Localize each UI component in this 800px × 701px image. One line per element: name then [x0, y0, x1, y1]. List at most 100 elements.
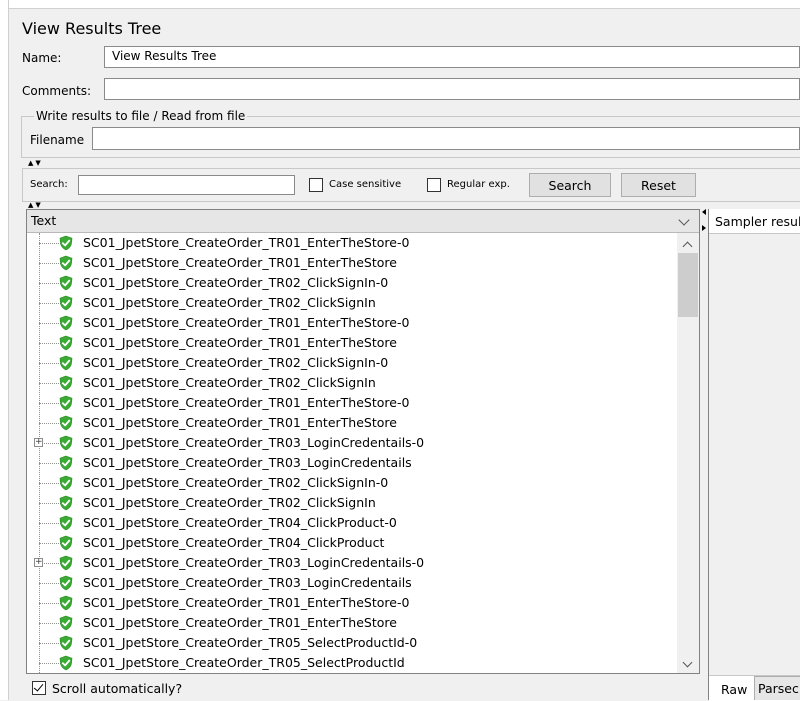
tree-row[interactable]: SC01_JpetStore_CreateOrder_TR01_EnterThe… [27, 593, 677, 613]
tab-parsed[interactable]: Parsec [754, 676, 800, 700]
tree-scrollbar[interactable] [677, 233, 699, 673]
success-shield-icon [59, 535, 73, 551]
filename-input[interactable] [92, 127, 800, 150]
tree-row[interactable]: + SC01_JpetStore_CreateOrder_TR03_LoginCr… [27, 553, 677, 573]
reset-button[interactable]: Reset [621, 173, 696, 197]
tree-row[interactable]: SC01_JpetStore_CreateOrder_TR01_EnterThe… [27, 413, 677, 433]
tree-row[interactable]: SC01_JpetStore_CreateOrder_TR05_SelectPr… [27, 653, 677, 673]
tree-row-label: SC01_JpetStore_CreateOrder_TR03_LoginCre… [83, 455, 412, 470]
tree-row-label: SC01_JpetStore_CreateOrder_TR02_ClickSig… [83, 375, 376, 390]
tree-row[interactable]: SC01_JpetStore_CreateOrder_TR02_ClickSig… [27, 293, 677, 313]
tree-body: SC01_JpetStore_CreateOrder_TR01_EnterThe… [27, 233, 677, 673]
tree-row[interactable]: SC01_JpetStore_CreateOrder_TR05_SelectPr… [27, 633, 677, 653]
comments-label: Comments: [22, 84, 92, 98]
tree-row[interactable]: SC01_JpetStore_CreateOrder_TR01_EnterThe… [27, 253, 677, 273]
tree-row[interactable]: SC01_JpetStore_CreateOrder_TR02_ClickSig… [27, 273, 677, 293]
scroll-automatically-checkbox[interactable] [32, 681, 46, 695]
tree-row[interactable]: SC01_JpetStore_CreateOrder_TR02_ClickSig… [27, 353, 677, 373]
regex-label: Regular exp. [447, 179, 510, 190]
tree-row-label: SC01_JpetStore_CreateOrder_TR02_ClickSig… [83, 475, 389, 490]
success-shield-icon [59, 335, 73, 351]
tree-row[interactable]: SC01_JpetStore_CreateOrder_TR01_EnterThe… [27, 333, 677, 353]
tree-row[interactable]: SC01_JpetStore_CreateOrder_TR04_ClickPro… [27, 513, 677, 533]
sampler-result-tab[interactable]: Sampler resul [715, 214, 800, 229]
name-label: Name: [22, 51, 62, 65]
collapse-left-icon[interactable] [702, 209, 706, 215]
tree-row-label: SC01_JpetStore_CreateOrder_TR01_EnterThe… [83, 235, 410, 250]
tree-row[interactable]: SC01_JpetStore_CreateOrder_TR01_EnterThe… [27, 393, 677, 413]
case-sensitive-label: Case sensitive [329, 179, 402, 190]
success-shield-icon [59, 275, 73, 291]
tree-row-label: SC01_JpetStore_CreateOrder_TR02_ClickSig… [83, 275, 389, 290]
tree-row[interactable]: SC01_JpetStore_CreateOrder_TR01_EnterThe… [27, 313, 677, 333]
panel-title: View Results Tree [22, 19, 162, 38]
success-shield-icon [59, 595, 73, 611]
tree-row[interactable]: SC01_JpetStore_CreateOrder_TR02_ClickSig… [27, 373, 677, 393]
collapse-right-icon[interactable] [702, 225, 706, 231]
file-section-title: Write results to file / Read from file [34, 109, 248, 123]
scroll-down-icon[interactable] [682, 657, 693, 668]
success-shield-icon [59, 295, 73, 311]
comments-input[interactable] [104, 78, 800, 100]
tree-row-label: SC01_JpetStore_CreateOrder_TR01_EnterThe… [83, 395, 410, 410]
tree-row-label: SC01_JpetStore_CreateOrder_TR01_EnterThe… [83, 415, 397, 430]
name-input[interactable]: View Results Tree [104, 46, 800, 68]
search-label: Search: [30, 179, 68, 190]
chevron-down-icon[interactable] [678, 214, 690, 226]
tree-row[interactable]: + SC01_JpetStore_CreateOrder_TR03_LoginCr… [27, 433, 677, 453]
success-shield-icon [59, 555, 73, 571]
tree-row-label: SC01_JpetStore_CreateOrder_TR05_SelectPr… [83, 655, 405, 670]
window-top-border [0, 0, 800, 9]
tree-row[interactable]: SC01_JpetStore_CreateOrder_TR03_LoginCre… [27, 453, 677, 473]
tree-row[interactable]: SC01_JpetStore_CreateOrder_TR02_ClickSig… [27, 493, 677, 513]
pane-splitter[interactable] [700, 209, 708, 699]
tab-raw[interactable]: Raw [717, 680, 751, 699]
tree-row-label: SC01_JpetStore_CreateOrder_TR01_EnterThe… [83, 315, 410, 330]
tree-row-label: SC01_JpetStore_CreateOrder_TR04_ClickPro… [83, 535, 385, 550]
tree-row[interactable]: SC01_JpetStore_CreateOrder_TR04_ClickPro… [27, 533, 677, 553]
result-detail-header: Sampler resul [709, 209, 800, 234]
collapse-arrows-icon[interactable]: ▲▼ [28, 202, 43, 209]
tree-row[interactable]: SC01_JpetStore_CreateOrder_TR01_EnterThe… [27, 233, 677, 253]
tree-row-label: SC01_JpetStore_CreateOrder_TR01_EnterThe… [83, 595, 410, 610]
success-shield-icon [59, 475, 73, 491]
tree-row-label: SC01_JpetStore_CreateOrder_TR02_ClickSig… [83, 355, 389, 370]
success-shield-icon [59, 395, 73, 411]
tree-row-label: SC01_JpetStore_CreateOrder_TR03_LoginCre… [83, 555, 425, 570]
success-shield-icon [59, 235, 73, 251]
success-shield-icon [59, 575, 73, 591]
results-tree: Text SC01_JpetStore_CreateOrder_TR01_Ent… [26, 209, 700, 674]
scroll-automatically-label: Scroll automatically? [52, 681, 183, 696]
tree-row[interactable]: SC01_JpetStore_CreateOrder_TR01_EnterThe… [27, 613, 677, 633]
tree-row-label: SC01_JpetStore_CreateOrder_TR02_ClickSig… [83, 495, 376, 510]
filename-label: Filename [30, 133, 85, 147]
expand-icon[interactable]: + [34, 558, 43, 567]
success-shield-icon [59, 415, 73, 431]
tree-row[interactable]: SC01_JpetStore_CreateOrder_TR02_ClickSig… [27, 473, 677, 493]
tree-row-label: SC01_JpetStore_CreateOrder_TR05_SelectPr… [83, 635, 418, 650]
tree-row[interactable]: SC01_JpetStore_CreateOrder_TR03_LoginCre… [27, 573, 677, 593]
tree-row-label: SC01_JpetStore_CreateOrder_TR03_LoginCre… [83, 435, 425, 450]
success-shield-icon [59, 315, 73, 331]
success-shield-icon [59, 495, 73, 511]
success-shield-icon [59, 635, 73, 651]
scroll-up-icon[interactable] [682, 241, 693, 252]
success-shield-icon [59, 255, 73, 271]
expand-icon[interactable]: + [34, 438, 43, 447]
success-shield-icon [59, 515, 73, 531]
search-button[interactable]: Search [529, 173, 611, 197]
scroll-thumb[interactable] [678, 253, 698, 317]
success-shield-icon [59, 655, 73, 671]
regex-checkbox[interactable] [427, 178, 441, 192]
tree-row-label: SC01_JpetStore_CreateOrder_TR01_EnterThe… [83, 335, 397, 350]
window-left-border [0, 0, 9, 700]
case-sensitive-checkbox[interactable] [309, 178, 323, 192]
tree-row-label: SC01_JpetStore_CreateOrder_TR01_EnterThe… [83, 615, 397, 630]
tree-header: Text [27, 210, 699, 233]
search-input[interactable] [78, 175, 295, 195]
collapse-arrows-icon[interactable]: ▲▼ [28, 160, 43, 167]
success-shield-icon [59, 375, 73, 391]
result-detail-panel: Sampler resul Raw Parsec [708, 209, 800, 701]
tree-row-label: SC01_JpetStore_CreateOrder_TR03_LoginCre… [83, 575, 412, 590]
tree-row-label: SC01_JpetStore_CreateOrder_TR04_ClickPro… [83, 515, 397, 530]
